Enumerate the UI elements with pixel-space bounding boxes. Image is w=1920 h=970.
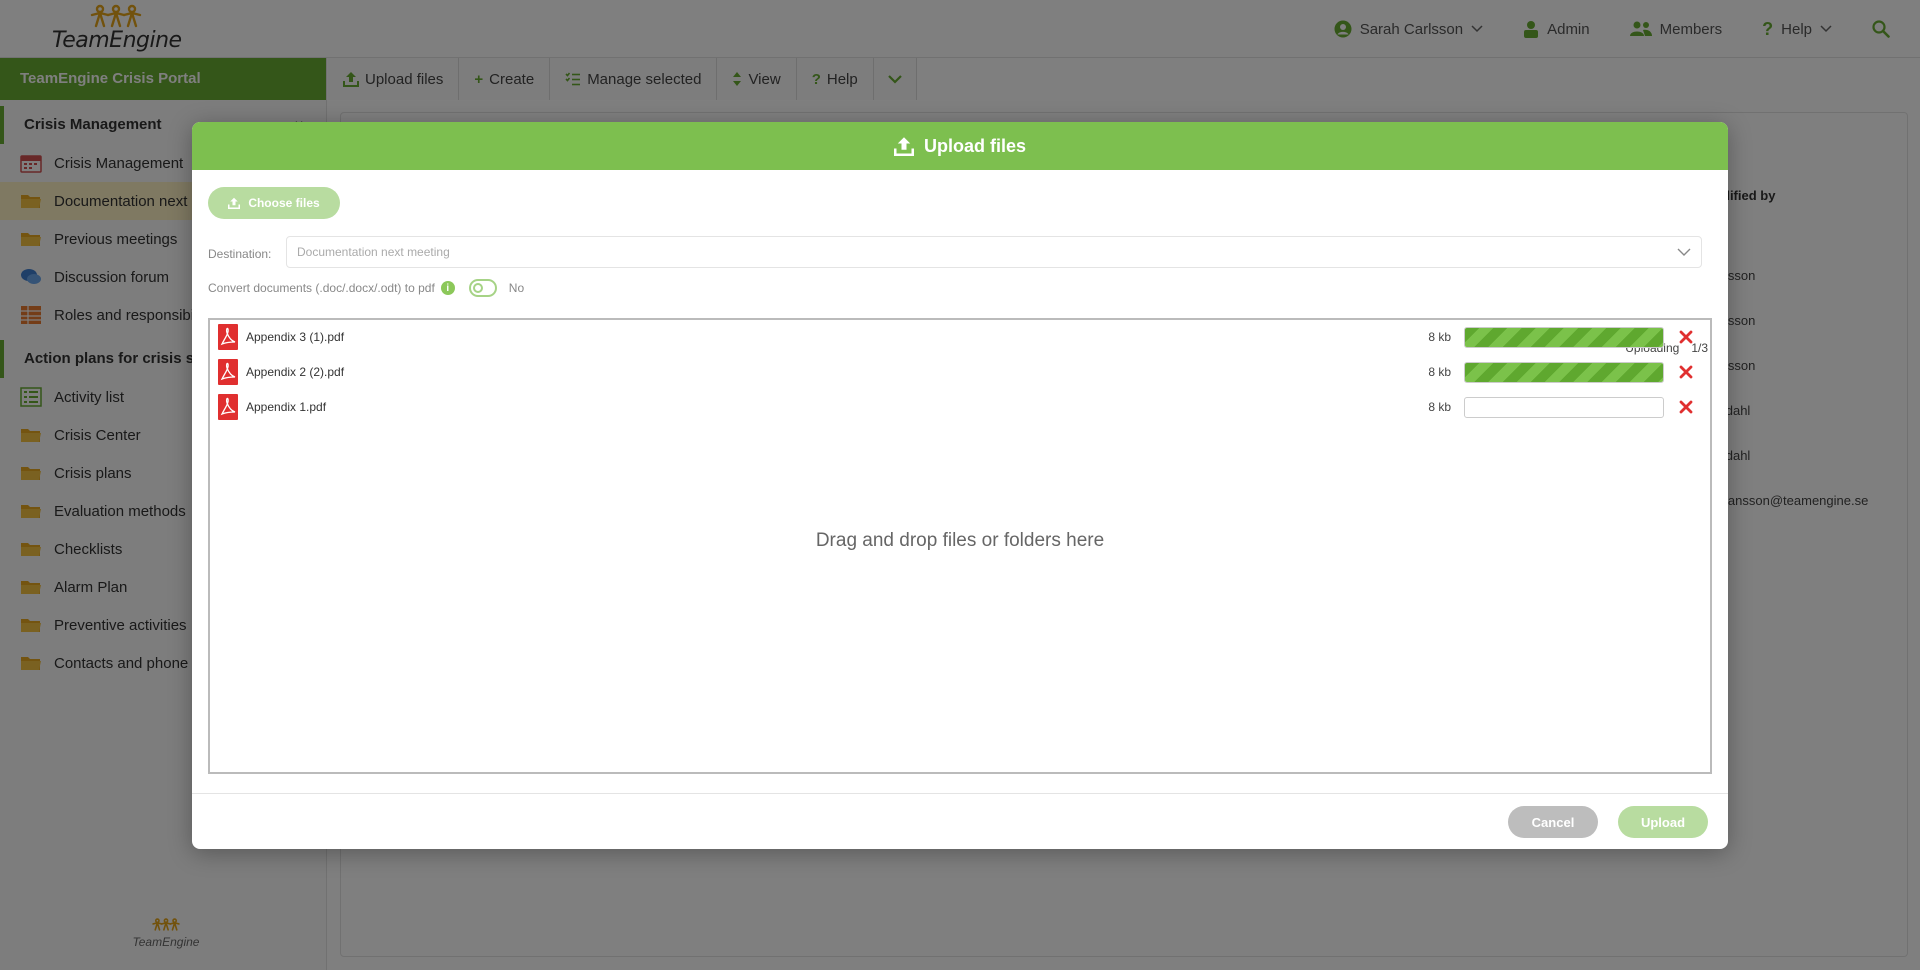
upload-icon (893, 137, 914, 156)
upload-progress-bar (1464, 361, 1664, 383)
remove-file-button[interactable] (1674, 365, 1698, 379)
drop-zone-hint: Drag and drop files or folders here (815, 530, 1105, 551)
file-name: Appendix 3 (1).pdf (246, 330, 345, 344)
choose-files-button[interactable]: Choose files (208, 187, 340, 219)
file-name: Appendix 2 (2).pdf (246, 365, 345, 379)
drop-zone[interactable]: Appendix 3 (1).pdf 8 kb Appendix 2 (2).p… (208, 318, 1712, 774)
pdf-file-icon (218, 324, 238, 350)
file-row: Appendix 3 (1).pdf 8 kb (218, 322, 1698, 352)
convert-label: Convert documents (.doc/.docx/.odt) to p… (208, 281, 435, 295)
pdf-file-icon (218, 359, 238, 385)
upload-progress-bar (1464, 396, 1664, 418)
dialog-body: Choose files Destination: Documentation … (192, 170, 1728, 793)
remove-file-button[interactable] (1674, 400, 1698, 414)
upload-icon (228, 197, 241, 209)
dialog-header: Upload files (192, 122, 1728, 170)
file-row: Appendix 2 (2).pdf 8 kb (218, 357, 1698, 387)
upload-progress-bar (1464, 326, 1664, 348)
convert-toggle[interactable] (468, 279, 497, 297)
choose-files-label: Choose files (248, 196, 320, 210)
dialog-footer: Cancel Upload (192, 793, 1728, 849)
file-name: Appendix 1.pdf (246, 400, 327, 414)
file-size: 8 kb (1428, 330, 1451, 344)
file-row: Appendix 1.pdf 8 kb (218, 392, 1698, 422)
convert-to-pdf-row: Convert documents (.doc/.docx/.odt) to p… (208, 279, 524, 297)
close-icon (1679, 365, 1693, 379)
upload-files-dialog: Upload files Choose files Destination: D… (192, 122, 1728, 849)
pdf-file-icon (218, 394, 238, 420)
file-size: 8 kb (1428, 365, 1451, 379)
destination-value: Documentation next meeting (297, 245, 450, 259)
upload-button[interactable]: Upload (1618, 806, 1708, 838)
close-icon (1679, 400, 1693, 414)
convert-value: No (508, 281, 525, 295)
destination-label: Destination: (208, 247, 272, 261)
info-icon[interactable]: i (440, 281, 455, 295)
chevron-down-icon (1677, 248, 1691, 256)
remove-file-button[interactable] (1674, 330, 1698, 344)
close-icon (1679, 330, 1693, 344)
file-size: 8 kb (1428, 400, 1451, 414)
dialog-title: Upload files (923, 135, 1026, 156)
destination-select[interactable]: Documentation next meeting (286, 236, 1702, 268)
cancel-button[interactable]: Cancel (1508, 806, 1598, 838)
